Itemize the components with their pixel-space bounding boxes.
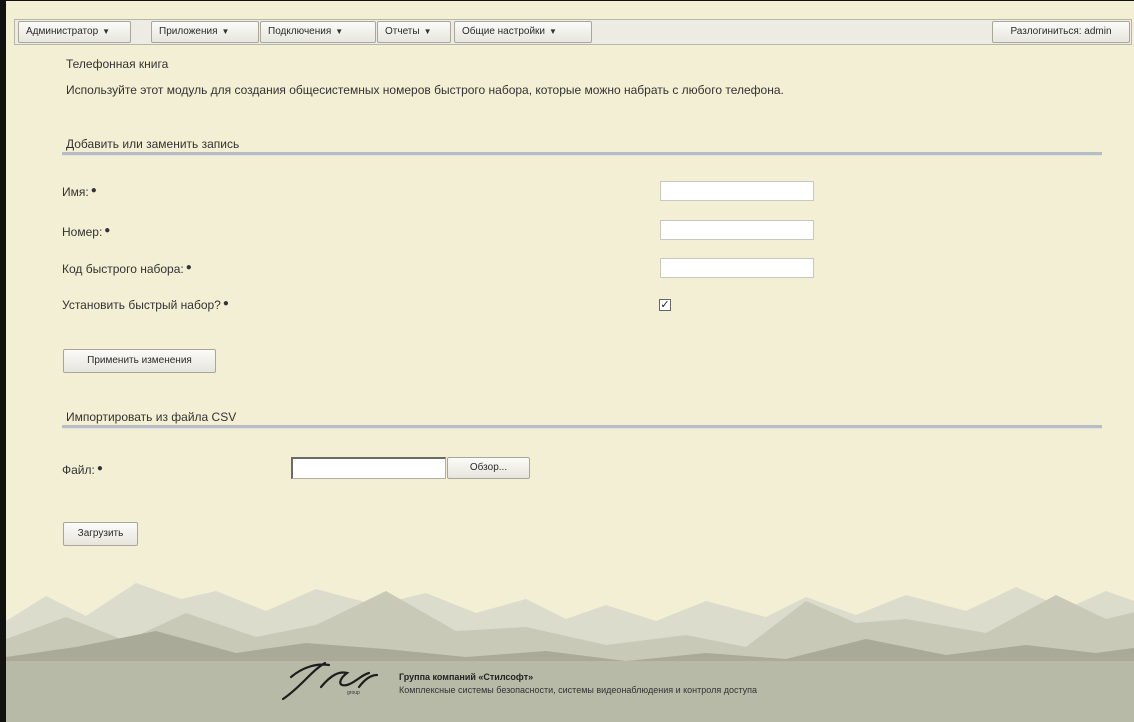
- top-menu-bar: Администратор ▼ Приложения ▼ Подключения ▼ …: [14, 19, 1132, 45]
- speed-code-label-text: Код быстрого набора:: [62, 262, 184, 276]
- menu-label: Администратор: [26, 26, 99, 37]
- apply-changes-button[interactable]: Применить изменения: [63, 349, 216, 373]
- page-title: Телефонная книга: [66, 57, 169, 71]
- svg-text:group: group: [347, 690, 360, 696]
- speed-code-input[interactable]: [660, 258, 814, 278]
- required-marker-icon: ●: [90, 185, 97, 196]
- menu-general-settings[interactable]: Общие настройки ▼: [454, 21, 592, 43]
- set-speed-dial-label-text: Установить быстрый набор?: [62, 298, 221, 312]
- menu-connections[interactable]: Подключения ▼: [260, 21, 376, 43]
- chevron-down-icon: ▼: [221, 27, 230, 36]
- menu-label: Общие настройки: [462, 26, 545, 37]
- footer-tagline: Комплексные системы безопасности, систем…: [399, 685, 758, 695]
- upload-button[interactable]: Загрузить: [63, 522, 138, 546]
- number-input[interactable]: [660, 220, 814, 240]
- required-marker-icon: ●: [185, 262, 192, 273]
- menu-applications[interactable]: Приложения ▼: [151, 21, 259, 43]
- file-label-text: Файл:: [62, 463, 95, 477]
- menu-label: Приложения: [159, 26, 218, 37]
- file-label: Файл: ●: [62, 463, 103, 477]
- name-input[interactable]: [660, 181, 814, 201]
- name-label-text: Имя:: [62, 185, 89, 199]
- menu-administrator[interactable]: Администратор ▼: [18, 21, 131, 43]
- import-section-title: Импортировать из файла CSV: [66, 410, 237, 424]
- chevron-down-icon: ▼: [335, 27, 344, 36]
- chevron-down-icon: ▼: [423, 27, 432, 36]
- footer-mountains-graphic: group: [6, 583, 1134, 722]
- section-divider: [62, 152, 1102, 156]
- number-label-text: Номер:: [62, 225, 103, 239]
- menu-label: Отчеты: [385, 26, 420, 37]
- logout-button[interactable]: Разлогиниться: admin: [992, 21, 1130, 43]
- required-marker-icon: ●: [96, 463, 103, 474]
- checkmark-icon: ✓: [660, 299, 670, 311]
- number-label: Номер: ●: [62, 225, 110, 239]
- menu-label: Подключения: [268, 26, 332, 37]
- footer-company-name: Группа компаний «Стилсофт»: [399, 672, 534, 682]
- required-marker-icon: ●: [104, 225, 111, 236]
- add-section-title: Добавить или заменить запись: [66, 137, 240, 151]
- set-speed-dial-label: Установить быстрый набор? ●: [62, 298, 229, 312]
- name-label: Имя: ●: [62, 185, 97, 199]
- set-speed-dial-checkbox[interactable]: ✓: [659, 299, 671, 311]
- chevron-down-icon: ▼: [102, 27, 111, 36]
- menu-reports[interactable]: Отчеты ▼: [377, 21, 451, 43]
- section-divider: [62, 425, 1102, 429]
- browse-button[interactable]: Обзор...: [447, 457, 530, 479]
- chevron-down-icon: ▼: [549, 27, 557, 36]
- required-marker-icon: ●: [222, 298, 229, 309]
- speed-code-label: Код быстрого набора: ●: [62, 262, 192, 276]
- app-window: Администратор ▼ Приложения ▼ Подключения ▼ …: [0, 0, 1134, 722]
- file-path-input[interactable]: [291, 457, 446, 479]
- page-description: Используйте этот модуль для создания общ…: [66, 83, 784, 97]
